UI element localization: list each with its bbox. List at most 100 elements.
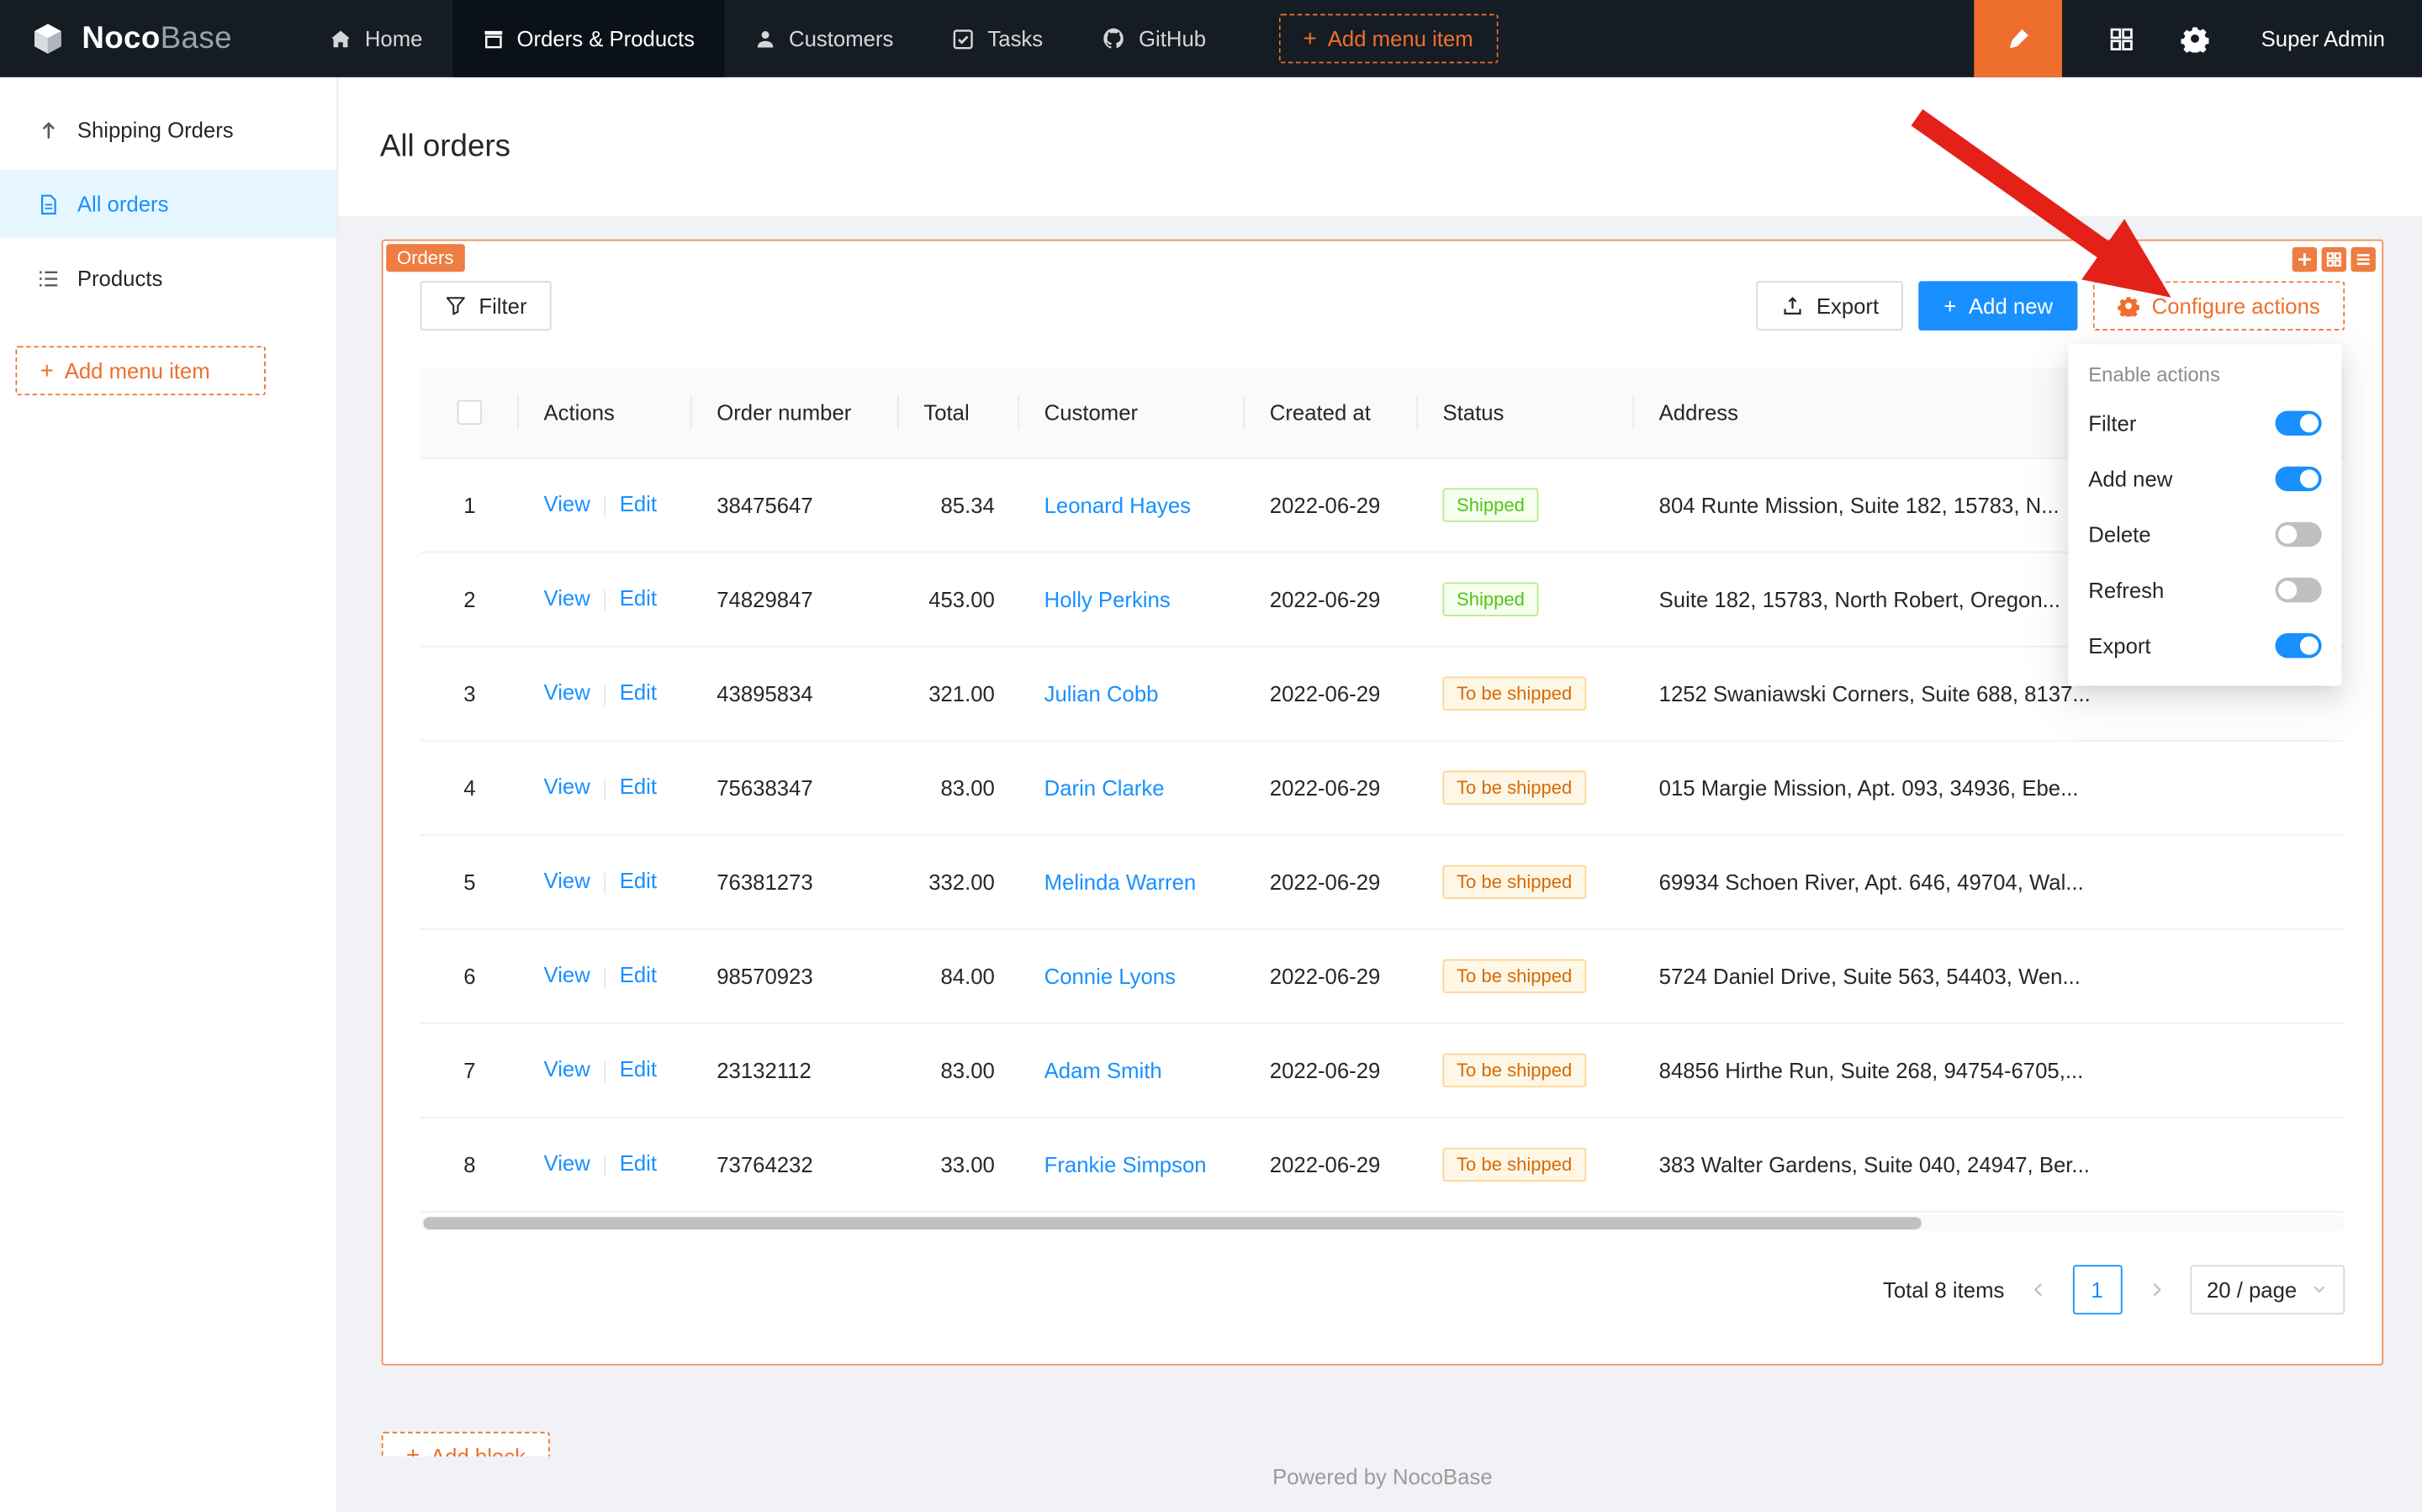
add-new-toggle[interactable] — [2276, 467, 2322, 491]
customer-link[interactable]: Julian Cobb — [1044, 680, 1159, 705]
dropdown-item-export[interactable]: Export — [2068, 618, 2341, 674]
status-badge: Shipped — [1443, 582, 1539, 616]
add-new-label: Add new — [1969, 293, 2053, 318]
drag-handle-icon[interactable] — [2292, 247, 2317, 272]
filter-toggle[interactable] — [2276, 411, 2322, 436]
configure-actions-label: Configure actions — [2152, 293, 2320, 318]
sidebar-item-products[interactable]: Products — [0, 244, 336, 312]
edit-link[interactable]: Edit — [620, 492, 657, 516]
configure-actions-button[interactable]: Configure actions — [2093, 281, 2345, 330]
select-all-checkbox[interactable] — [457, 400, 482, 425]
block-menu-icon[interactable] — [2351, 247, 2376, 272]
filter-button[interactable]: Filter — [420, 281, 552, 330]
row-index: 7 — [463, 1057, 475, 1081]
edit-link[interactable]: Edit — [620, 586, 657, 611]
row-index: 3 — [463, 680, 475, 705]
next-page-button[interactable] — [2134, 1264, 2177, 1314]
view-link[interactable]: View — [544, 1057, 590, 1081]
table-row: 4 ViewEdit 75638347 83.00 Darin Clarke 2… — [420, 740, 2345, 834]
plugins-grid-icon[interactable] — [2108, 25, 2134, 51]
customer-link[interactable]: Frankie Simpson — [1044, 1151, 1207, 1176]
dropdown-item-label: Refresh — [2088, 578, 2164, 602]
plus-icon: + — [1943, 293, 1956, 318]
nav-item-tasks[interactable]: Tasks — [923, 0, 1072, 77]
order-number-cell: 74829847 — [717, 586, 812, 611]
total-cell: 332.00 — [928, 869, 995, 893]
plus-icon: + — [40, 359, 54, 383]
prev-page-button[interactable] — [2017, 1264, 2060, 1314]
settings-gear-icon[interactable] — [2181, 24, 2208, 52]
customer-link[interactable]: Adam Smith — [1044, 1057, 1162, 1081]
created-at-cell: 2022-06-29 — [1270, 1151, 1381, 1176]
navbar-add-menu-item-button[interactable]: + Add menu item — [1278, 14, 1498, 64]
export-toggle[interactable] — [2276, 633, 2322, 658]
table-row: 5 ViewEdit 76381273 332.00 Melinda Warre… — [420, 834, 2345, 928]
order-number-cell: 76381273 — [717, 869, 812, 893]
export-button[interactable]: Export — [1756, 281, 1903, 330]
action-divider — [604, 872, 606, 894]
sidebar-add-menu-item-button[interactable]: + Add menu item — [15, 346, 266, 395]
user-menu[interactable]: Super Admin — [2261, 26, 2385, 50]
delete-toggle[interactable] — [2276, 522, 2322, 547]
row-index: 8 — [463, 1151, 475, 1176]
view-link[interactable]: View — [544, 1151, 590, 1176]
dropdown-item-label: Delete — [2088, 522, 2150, 547]
view-link[interactable]: View — [544, 680, 590, 705]
nav-item-customers[interactable]: Customers — [724, 0, 923, 77]
view-link[interactable]: View — [544, 775, 590, 799]
edit-link[interactable]: Edit — [620, 1151, 657, 1176]
add-block-button[interactable]: + Add block — [382, 1431, 551, 1456]
nav-item-home[interactable]: Home — [300, 0, 452, 77]
github-icon — [1102, 26, 1126, 50]
customer-link[interactable]: Leonard Hayes — [1044, 492, 1191, 516]
action-divider — [604, 1060, 606, 1082]
view-link[interactable]: View — [544, 492, 590, 516]
edit-link[interactable]: Edit — [620, 869, 657, 893]
dropdown-item-label: Filter — [2088, 411, 2136, 436]
customer-link[interactable]: Darin Clarke — [1044, 775, 1165, 799]
edit-link[interactable]: Edit — [620, 963, 657, 987]
horizontal-scrollbar[interactable] — [420, 1215, 2345, 1230]
nav-item-label: GitHub — [1139, 26, 1206, 50]
order-number-cell: 38475647 — [717, 492, 812, 516]
view-link[interactable]: View — [544, 869, 590, 893]
column-header-status: Status — [1418, 367, 1634, 457]
table-toolbar: Filter Export + Add new — [420, 281, 2345, 330]
refresh-toggle[interactable] — [2276, 578, 2322, 602]
page-size-select[interactable]: 20 / page — [2190, 1264, 2345, 1314]
dropdown-item-delete[interactable]: Delete — [2068, 506, 2341, 562]
row-index: 6 — [463, 963, 475, 987]
customer-link[interactable]: Connie Lyons — [1044, 963, 1176, 987]
edit-link[interactable]: Edit — [620, 680, 657, 705]
scrollbar-thumb[interactable] — [423, 1216, 1922, 1229]
nocobase-logo[interactable]: NocoBase — [0, 19, 263, 59]
chevron-right-icon — [2146, 1280, 2165, 1298]
dropdown-item-filter[interactable]: Filter — [2068, 395, 2341, 451]
view-link[interactable]: View — [544, 586, 590, 611]
edit-link[interactable]: Edit — [620, 1057, 657, 1081]
sidebar-item-shipping-orders[interactable]: Shipping Orders — [0, 96, 336, 164]
arrow-up-icon — [37, 119, 61, 142]
block-initializer-icon[interactable] — [2322, 247, 2346, 272]
order-number-cell: 75638347 — [717, 775, 812, 799]
dropdown-item-refresh[interactable]: Refresh — [2068, 563, 2341, 618]
action-divider — [604, 495, 606, 517]
page-1-button[interactable]: 1 — [2072, 1264, 2122, 1314]
edit-link[interactable]: Edit — [620, 775, 657, 799]
ui-editor-button[interactable] — [1974, 0, 2062, 77]
dropdown-item-add-new[interactable]: Add new — [2068, 451, 2341, 506]
nav-item-label: Orders & Products — [517, 26, 695, 50]
sidebar-item-all-orders[interactable]: All orders — [0, 170, 336, 238]
view-link[interactable]: View — [544, 963, 590, 987]
order-number-cell: 23132112 — [717, 1057, 811, 1081]
customer-link[interactable]: Holly Perkins — [1044, 586, 1171, 611]
total-cell: 321.00 — [928, 680, 995, 705]
nav-item-github[interactable]: GitHub — [1072, 0, 1235, 77]
total-cell: 83.00 — [940, 775, 994, 799]
add-new-button[interactable]: + Add new — [1919, 281, 2078, 330]
row-index: 4 — [463, 775, 475, 799]
customer-link[interactable]: Melinda Warren — [1044, 869, 1197, 893]
orders-table: Actions Order number Total Customer Crea… — [420, 367, 2345, 1212]
filter-funnel-icon — [445, 295, 467, 317]
nav-item-orders-products[interactable]: Orders & Products — [452, 0, 724, 77]
